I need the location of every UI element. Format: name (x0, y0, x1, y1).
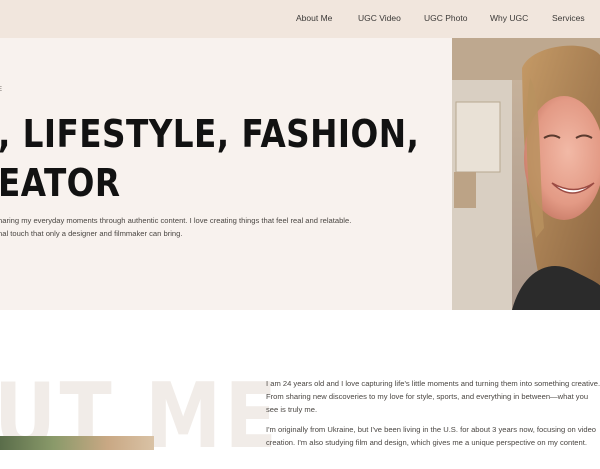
portrait-illustration (452, 38, 600, 310)
top-navigation: About Me UGC Video UGC Photo Why UGC Ser… (0, 0, 600, 38)
hero-headline: , LIFESTYLE, FASHION, EATOR (0, 110, 419, 208)
about-paragraph-1: I am 24 years old and I love capturing l… (266, 379, 600, 414)
hero-intro-line-1: haring my everyday moments through authe… (0, 216, 352, 225)
hero-section: E , LIFESTYLE, FASHION, EATOR haring my … (0, 38, 452, 310)
nav-link-ugc-video[interactable]: UGC Video (358, 13, 401, 23)
hero-portrait-photo (452, 38, 600, 310)
nav-link-ugc-photo[interactable]: UGC Photo (424, 13, 467, 23)
hero-headline-line-1: , LIFESTYLE, FASHION, (0, 112, 420, 156)
hero-eyebrow: E (0, 87, 4, 93)
about-paragraph-2: I'm originally from Ukraine, but I've be… (266, 425, 597, 447)
nav-link-about-me[interactable]: About Me (296, 13, 332, 23)
about-text-block: I am 24 years old and I love capturing l… (266, 377, 600, 456)
hero-intro-line-2: nal touch that only a designer and filmm… (0, 229, 183, 238)
nav-link-services[interactable]: Services (552, 13, 585, 23)
hero-headline-line-2: EATOR (0, 161, 121, 205)
nav-link-why-ugc[interactable]: Why UGC (490, 13, 528, 23)
about-photo-thumbnail (0, 436, 154, 450)
hero-intro: haring my everyday moments through authe… (0, 214, 351, 240)
